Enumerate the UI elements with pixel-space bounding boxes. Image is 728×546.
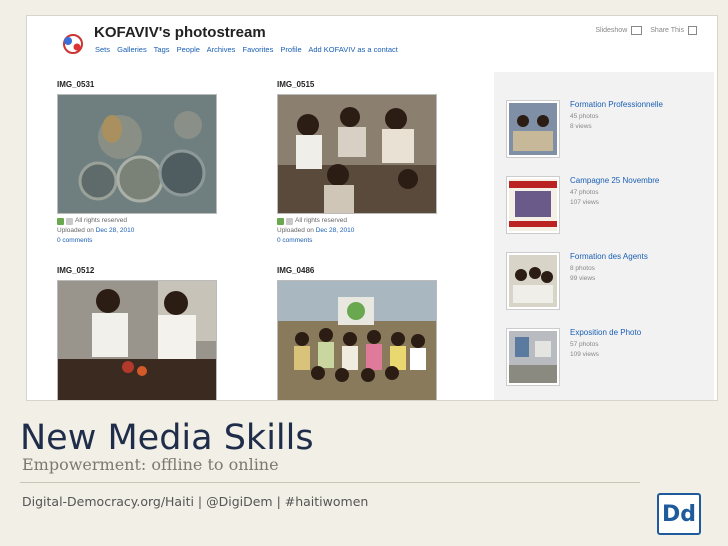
nav-sets[interactable]: Sets: [95, 45, 110, 54]
photo-img-0531[interactable]: [57, 94, 217, 214]
slide-title: New Media Skills: [20, 418, 314, 458]
divider: [20, 482, 640, 483]
set-thumbnail[interactable]: [506, 252, 560, 310]
photo-title[interactable]: IMG_0515: [277, 80, 314, 89]
set-photo-count: 47 photos: [570, 189, 599, 196]
photo-title[interactable]: IMG_0512: [57, 266, 94, 275]
set-thumbnail[interactable]: [506, 176, 560, 234]
set-item[interactable]: Campagne 25 Novembre 47 photos 107 views: [506, 176, 706, 240]
top-actions: Slideshow Share This: [595, 26, 697, 35]
nav-profile[interactable]: Profile: [280, 45, 301, 54]
set-name-link[interactable]: Formation Professionnelle: [570, 100, 663, 109]
share-link[interactable]: Share This: [650, 27, 684, 34]
slide-subtitle: Empowerment: offline to online: [22, 455, 279, 474]
copyright-icon: [66, 217, 73, 225]
photo-meta: All rights reserved Uploaded on Dec 28, …: [57, 216, 134, 246]
set-thumbnail[interactable]: [506, 100, 560, 158]
copyright-icon: [286, 217, 293, 225]
slide-footer: Digital-Democracy.org/Haiti | @DigiDem |…: [22, 494, 369, 509]
set-view-count: 8 views: [570, 123, 592, 130]
set-thumbnail[interactable]: [506, 328, 560, 386]
share-icon[interactable]: [688, 26, 697, 35]
comments-link[interactable]: 0 comments: [277, 236, 354, 246]
upload-date-link[interactable]: Dec 28, 2010: [316, 227, 355, 234]
sets-sidebar: Formation Professionnelle 45 photos 8 vi…: [494, 72, 714, 400]
photo-img-0512[interactable]: [57, 280, 217, 400]
photo-img-0486[interactable]: [277, 280, 437, 400]
nav-add-contact[interactable]: Add KOFAVIV as a contact: [308, 45, 398, 54]
set-item[interactable]: Exposition de Photo 57 photos 109 views: [506, 328, 706, 392]
photostream-nav: Sets Galleries Tags People Archives Favo…: [95, 45, 403, 54]
set-item[interactable]: Formation des Agents 8 photos 99 views: [506, 252, 706, 316]
license-icon: [57, 217, 64, 225]
photo-title[interactable]: IMG_0486: [277, 266, 314, 275]
nav-tags[interactable]: Tags: [154, 45, 170, 54]
photo-title[interactable]: IMG_0531: [57, 80, 94, 89]
comments-link[interactable]: 0 comments: [57, 236, 134, 246]
nav-galleries[interactable]: Galleries: [117, 45, 147, 54]
set-name-link[interactable]: Campagne 25 Novembre: [570, 176, 659, 185]
photostream-title: KOFAVIV's photostream: [94, 24, 266, 41]
photo-meta: All rights reserved Uploaded on Dec 28, …: [277, 216, 354, 246]
set-photo-count: 45 photos: [570, 113, 599, 120]
upload-date-link[interactable]: Dec 28, 2010: [96, 227, 135, 234]
set-item[interactable]: Formation Professionnelle 45 photos 8 vi…: [506, 100, 706, 164]
set-view-count: 99 views: [570, 275, 596, 282]
set-photo-count: 8 photos: [570, 265, 595, 272]
set-name-link[interactable]: Formation des Agents: [570, 252, 648, 261]
rights-text: All rights reserved: [295, 217, 348, 224]
uploaded-label: Uploaded on: [57, 227, 94, 234]
rights-text: All rights reserved: [75, 217, 128, 224]
set-view-count: 107 views: [570, 199, 599, 206]
nav-archives[interactable]: Archives: [207, 45, 236, 54]
slideshow-icon[interactable]: [631, 26, 643, 35]
photo-img-0515[interactable]: [277, 94, 437, 214]
uploaded-label: Uploaded on: [277, 227, 314, 234]
nav-people[interactable]: People: [177, 45, 200, 54]
set-view-count: 109 views: [570, 351, 599, 358]
kofaviv-logo-icon: [63, 34, 83, 54]
license-icon: [277, 217, 284, 225]
set-photo-count: 57 photos: [570, 341, 599, 348]
digital-democracy-logo: Dd: [657, 493, 701, 535]
nav-favorites[interactable]: Favorites: [242, 45, 273, 54]
set-name-link[interactable]: Exposition de Photo: [570, 328, 641, 337]
slideshow-link[interactable]: Slideshow: [595, 27, 627, 34]
flickr-screenshot: KOFAVIV's photostream Sets Galleries Tag…: [27, 16, 717, 400]
